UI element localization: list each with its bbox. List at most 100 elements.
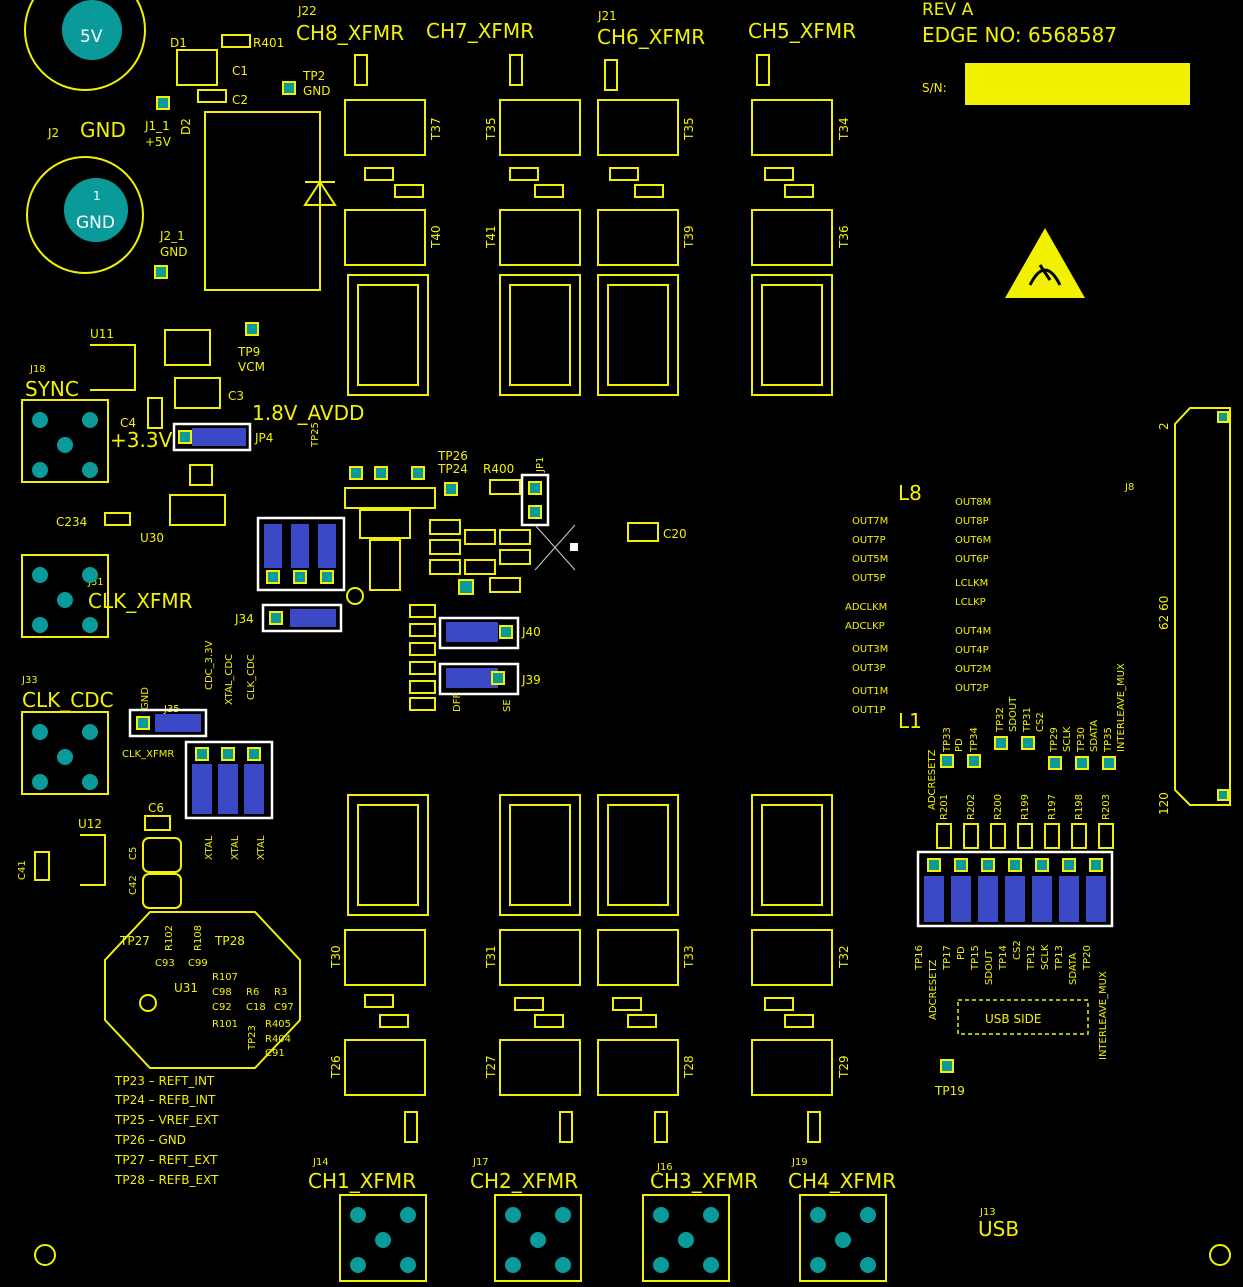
spi-top-label: SDOUT: [1008, 696, 1019, 732]
spi-top-label: ADCRESETZ: [927, 749, 938, 810]
t33-label: T33: [682, 945, 696, 969]
t38-label: T35: [484, 117, 498, 141]
t27-label: T27: [484, 1055, 498, 1079]
clk-xfmr-label: CLK_XFMR: [88, 589, 193, 613]
rev-label: REV A: [922, 0, 974, 20]
spi-res-label: R200: [993, 794, 1004, 820]
jp4-label: JP4: [254, 431, 273, 445]
se-label: SE: [502, 699, 513, 712]
t41-label: T41: [484, 225, 498, 249]
ch7-label: CH7_XFMR: [426, 19, 534, 43]
clk-xfmr-small-label: CLK_XFMR: [122, 749, 174, 760]
sn-label: S/N:: [922, 81, 947, 95]
sync-label: SYNC: [25, 377, 79, 401]
lvds-right-label: LCLKP: [955, 597, 986, 608]
j2-net-label: GND: [80, 118, 126, 142]
spi-bottom-label: TP15: [970, 945, 981, 971]
spi-bottom-label: TP20: [1082, 945, 1093, 971]
ref-c93: C93: [155, 958, 175, 969]
spi-res-label: R198: [1074, 794, 1085, 820]
ref-r405: R405: [265, 1019, 291, 1030]
ref-c91: C91: [265, 1048, 285, 1059]
tp9-net: VCM: [238, 360, 265, 374]
tp2-label: TP2: [302, 69, 325, 83]
ref-r3: R3: [274, 987, 287, 998]
t32-label: T32: [837, 945, 851, 969]
tp2-net: GND: [303, 84, 331, 98]
lvds-left-label: OUT7P: [852, 535, 886, 546]
spi-tp-label: TP29: [1049, 727, 1060, 753]
j40-label: J40: [521, 625, 541, 639]
u30-label: U30: [140, 531, 164, 545]
cdc-33v-label: CDC_3.3V: [204, 640, 215, 690]
j1-1-label: J1_1: [144, 119, 170, 133]
legend-line: TP25 – VREF_EXT: [114, 1113, 219, 1127]
lvds-left-label: OUT3P: [852, 663, 886, 674]
lvds-left-label: OUT7M: [852, 516, 888, 527]
lvds-left-label: OUT1P: [852, 705, 886, 716]
ch8-label: CH8_XFMR: [296, 21, 404, 45]
t36-label: T36: [837, 225, 851, 249]
spi-top-label: CS2: [1035, 712, 1046, 732]
pcb-silkscreen: 5V J2 GND 1 GND J1_1 +5V J2_1 GND D1 R40…: [17, 0, 1231, 1282]
lvds-right-label: OUT8P: [955, 516, 989, 527]
j2-1-net: GND: [160, 245, 188, 259]
lvds-left-label: OUT1M: [852, 686, 888, 697]
spi-bottom-label: TP16: [914, 945, 925, 971]
xtal-1-label: XTAL: [204, 835, 215, 860]
edge-no-label: EDGE NO: 6568587: [922, 23, 1117, 47]
r400-label: R400: [483, 462, 514, 476]
t30-label: T30: [329, 945, 343, 969]
j2-pad-num: 1: [93, 189, 101, 203]
jp1-label: JP1: [535, 457, 546, 473]
lvds-right-label: OUT4P: [955, 645, 989, 656]
tp19-label: TP19: [934, 1084, 965, 1098]
xtal-3-label: XTAL: [256, 835, 267, 860]
conn-num-2: 2: [1157, 422, 1171, 430]
legend-line: TP26 – GND: [114, 1133, 186, 1147]
t40-label: T40: [429, 225, 443, 249]
legend-line: TP28 – REFB_EXT: [114, 1173, 219, 1187]
c6-label: C6: [148, 801, 164, 815]
u11-label: U11: [90, 327, 114, 341]
l1-label: L1: [898, 709, 922, 733]
spi-res-label: R203: [1101, 794, 1112, 820]
spi-res-label: R201: [939, 794, 950, 820]
lvds-right-labels: OUT8M OUT8P OUT6M OUT6P LCLKM LCLKP OUT4…: [955, 497, 991, 694]
j18-label: J18: [29, 364, 46, 375]
c3-label: C3: [228, 389, 244, 403]
j8-label: J8: [1124, 482, 1134, 493]
t31-label: T31: [484, 945, 498, 969]
c5-label: C5: [128, 847, 139, 860]
spi-resistors: R201 R202 R200 R199 R197 R198 R203: [936, 794, 1114, 849]
spi-top-label: PD: [954, 738, 965, 752]
d1-label: D1: [170, 36, 187, 50]
xtal-2-label: XTAL: [230, 835, 241, 860]
lvds-left-label: OUT5P: [852, 573, 886, 584]
conn-num-62-60: 62 60: [1157, 596, 1171, 630]
t39-label: T39: [682, 225, 696, 249]
c2-label: C2: [232, 93, 248, 107]
clk-cdc-connector: [21, 711, 109, 795]
j21-label: J21: [597, 9, 617, 23]
spi-top-label: INTERLEAVE_MUX: [1116, 663, 1127, 752]
usb-label: USB: [978, 1217, 1019, 1241]
j2-pad-label: GND: [76, 213, 115, 233]
j14-label: J14: [312, 1157, 329, 1168]
lvds-right-label: OUT2P: [955, 683, 989, 694]
ref-r108: R108: [193, 925, 204, 951]
spi-res-label: R197: [1047, 794, 1058, 820]
spi-top-label: SCLK: [1062, 726, 1073, 752]
lvds-left-labels: OUT7M OUT7P OUT5M OUT5P ADCLKM ADCLKP OU…: [845, 516, 888, 716]
spi-bottom-label: TP12: [1026, 945, 1037, 971]
c41-label: C41: [17, 860, 28, 880]
spi-tp-label: TP30: [1076, 727, 1087, 753]
c20-label: C20: [663, 527, 687, 541]
testpoint-legend: TP23 – REFT_INT TP24 – REFB_INT TP25 – V…: [114, 1074, 219, 1187]
ch5-label: CH5_XFMR: [748, 19, 856, 43]
tp23-inner-label: TP23: [247, 1025, 258, 1051]
bottom-rnetworks: [347, 794, 833, 916]
spi-bottom-label: INTERLEAVE_MUX: [1098, 971, 1109, 1060]
bottom-transformers: T30 T31 T33 T32 T26 T27 T28 T29: [329, 929, 851, 1143]
spi-bottom-label: TP14: [998, 945, 1009, 971]
